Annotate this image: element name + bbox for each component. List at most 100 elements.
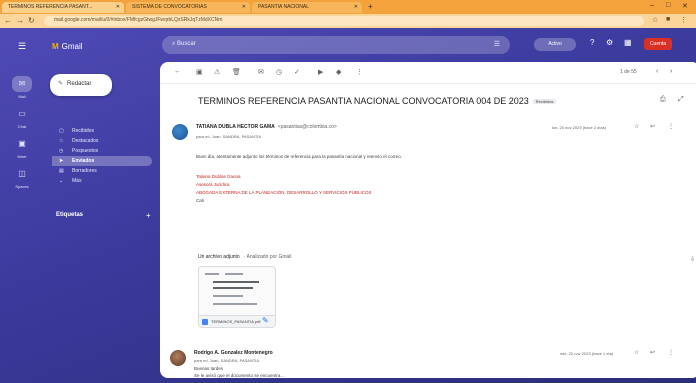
sender-name[interactable]: Rodrigo A. Gonzalez Montenegro [194,350,276,356]
nav-label: Destacados [72,138,99,144]
add-label-button[interactable]: + [146,211,151,220]
print-icon[interactable]: ⎙ [660,96,666,104]
nav-item-sent[interactable]: ➤ Enviados [52,156,152,166]
open-new-window-icon[interactable]: ⤢ [678,96,684,104]
message-date: mié, 22 nov 2023 (hace 1 día) [560,351,614,356]
report-spam-icon[interactable]: ⚠ [214,68,220,76]
mark-unread-icon[interactable]: ✉ [258,68,264,76]
nav-item-snoozed[interactable]: ◷ Pospuestos [52,146,152,156]
message-date: lun, 20 nov 2023 (hace 2 días) [552,125,607,130]
reply-icon[interactable]: ↩ [650,123,655,130]
menu-icon[interactable]: ☰ [18,41,26,52]
gmail-logo[interactable]: M Gmail [52,42,83,51]
url-field[interactable]: mail.google.com/mail/u/0/#inbox/FMfcgzGt… [44,16,644,26]
rail-label-meet: Meet [17,154,27,159]
add-task-icon[interactable]: ✓ [294,68,300,76]
signature-title: Asesora Jurídica [196,182,230,187]
gmail-app: ☰ ✉ Mail ▭ Chat ▣ Meet ◫ Spaces M Gmail ⌕… [0,28,696,383]
filter-options-icon[interactable]: ☰ [494,40,500,48]
move-to-icon[interactable]: ▶ [318,68,323,76]
close-window-button[interactable]: ✕ [682,2,688,10]
extensions-icon[interactable]: ■ [666,16,670,23]
back-arrow-icon[interactable]: ← [174,68,181,75]
account-avatar[interactable]: Cuenta [644,38,672,50]
reload-icon[interactable]: ↻ [28,16,35,25]
forward-icon[interactable]: → [16,16,24,25]
minimize-button[interactable]: – [650,2,654,9]
gmail-m-icon: M [52,42,59,51]
close-icon[interactable]: ✕ [116,4,120,10]
star-icon[interactable]: ☆ [634,123,639,130]
back-icon[interactable]: ← [4,16,12,25]
spaces-icon[interactable]: ◫ [12,166,32,182]
thumb-line [225,273,243,275]
snooze-icon[interactable]: ◷ [276,68,282,76]
bookmark-star-icon[interactable]: ☆ [652,16,658,24]
tab-label: SISTEMA DE CONVOCATORIAS [132,4,207,10]
sender-name-text: Rodrigo A. Gonzalez Montenegro [194,350,273,356]
recipients[interactable]: para mí, Juan, SANDRA, PASANTIA [194,358,259,363]
reply-icon[interactable]: ↩ [650,349,655,356]
nav-item-drafts[interactable]: ▤ Borradores [52,166,152,176]
message-body-line: Buen día, atentamente adjunto los términ… [196,154,402,159]
rail-label-chat: Chat [17,124,27,129]
label-icon[interactable]: ◆ [336,68,341,76]
search-input[interactable]: ⌕ Buscar ☰ [162,36,510,54]
menu-dots-icon[interactable]: ⋮ [680,16,687,24]
mail-icon[interactable]: ✉ [12,76,32,92]
pencil-icon: ✎ [58,81,64,87]
chat-icon[interactable]: ▭ [12,106,32,122]
browser-tab-1[interactable]: TERMINOS REFERENCIA PASANT... ✕ [2,2,124,13]
recipients[interactable]: para mí, Juan, SANDRA, PASANTIA [196,134,261,139]
browser-tab-3[interactable]: PASANTIA NACIONAL ✕ [252,2,362,13]
help-icon[interactable]: ? [590,38,594,47]
status-indicator[interactable]: Activo [534,38,576,51]
pagination-text: 1 de 55 [620,69,637,75]
edit-attachment-icon[interactable]: ✎ [262,316,269,325]
clock-icon: ◷ [59,148,64,154]
delete-icon[interactable]: 🗑 [232,68,241,76]
reading-pane: ← ▣ ⚠ 🗑 ✉ ◷ ✓ ▶ ◆ ⋮ 1 de 55 ‹ › TERMINOS… [160,62,696,378]
more-vert-icon[interactable]: ⋮ [668,123,674,130]
sender-avatar[interactable] [170,350,186,366]
signature-city: Cali [196,198,204,203]
message-subject: TERMINOS REFERENCIA PASANTIA NACIONAL CO… [198,96,557,106]
attachment-filename-text: TERMINOS_PASANTIA.pdf [211,319,261,324]
sender-name[interactable]: TATIANA DUBLA HECTOR GAMA <pasantias@colo… [196,124,337,130]
archive-icon[interactable]: ▣ [196,68,203,76]
pdf-file-icon [202,319,208,325]
rail-label-spaces: Spaces [15,184,29,189]
address-bar-row: ← → ↻ mail.google.com/mail/u/0/#inbox/FM… [0,14,696,28]
nav-label: Más [72,178,82,184]
rail-label-mail: Mail [18,94,26,99]
attachments-heading: Un archivo adjunto · Analizado por Gmail [198,254,292,260]
signature-org: ABOGADA EXTERNA DE LA PLANEACIÓN, DESARR… [196,190,372,195]
settings-icon[interactable]: ⚙ [606,38,613,47]
folder-badge[interactable]: Recibidos [532,99,557,105]
browser-tab-2[interactable]: SISTEMA DE CONVOCATORIAS ✕ [126,2,250,13]
star-icon: ☆ [59,138,64,144]
sender-avatar[interactable] [172,124,188,140]
apps-grid-icon[interactable]: ▦ [624,38,632,47]
prev-page-icon[interactable]: ‹ [656,68,658,75]
close-icon[interactable]: ✕ [354,4,358,10]
close-icon[interactable]: ✕ [242,4,246,10]
maximize-button[interactable]: □ [666,2,670,9]
tab-label: PASANTIA NACIONAL [258,4,310,10]
thumb-line [205,273,219,275]
nav-item-starred[interactable]: ☆ Destacados [52,136,152,146]
next-page-icon[interactable]: › [670,68,672,75]
new-tab-button[interactable]: + [368,2,373,11]
star-icon[interactable]: ☆ [634,349,639,356]
message-toolbar: ← ▣ ⚠ 🗑 ✉ ◷ ✓ ▶ ◆ ⋮ 1 de 55 ‹ › [160,62,696,84]
add-to-drive-icon[interactable]: ⇩ [690,256,695,263]
nav-item-inbox[interactable]: ▢ Recibidos [52,126,152,136]
more-vert-icon[interactable]: ⋮ [668,349,674,356]
meet-icon[interactable]: ▣ [12,136,32,152]
app-name: Gmail [61,42,83,51]
draft-icon: ▤ [59,168,64,174]
compose-button[interactable]: ✎ Redactar [50,74,112,96]
nav-item-more[interactable]: ⌄ Más [52,176,152,186]
more-options-icon[interactable]: ⋮ [356,68,363,76]
nav-label: Enviados [72,158,95,164]
